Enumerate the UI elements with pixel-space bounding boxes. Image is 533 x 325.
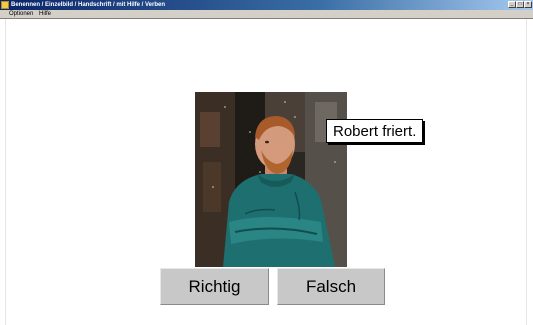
left-divider: [5, 19, 6, 325]
correct-button[interactable]: Richtig: [160, 268, 269, 305]
caption-label: Robert friert.: [326, 119, 424, 143]
menu-optionen[interactable]: Optionen: [9, 10, 33, 19]
maximize-button[interactable]: □: [516, 1, 524, 8]
minimize-button[interactable]: _: [508, 1, 516, 8]
wrong-button[interactable]: Falsch: [277, 268, 385, 305]
menu-bar: Optionen Hilfe: [0, 10, 533, 19]
app-icon[interactable]: [1, 1, 9, 9]
title-bar: Benennen / Einzelbild / Handschrift / mi…: [0, 0, 533, 10]
photo-illustration: [195, 92, 347, 267]
right-divider: [526, 19, 527, 325]
close-button[interactable]: ×: [524, 1, 532, 8]
window-title: Benennen / Einzelbild / Handschrift / mi…: [11, 2, 166, 8]
menu-hilfe[interactable]: Hilfe: [39, 10, 51, 19]
exercise-photo: [195, 92, 347, 267]
